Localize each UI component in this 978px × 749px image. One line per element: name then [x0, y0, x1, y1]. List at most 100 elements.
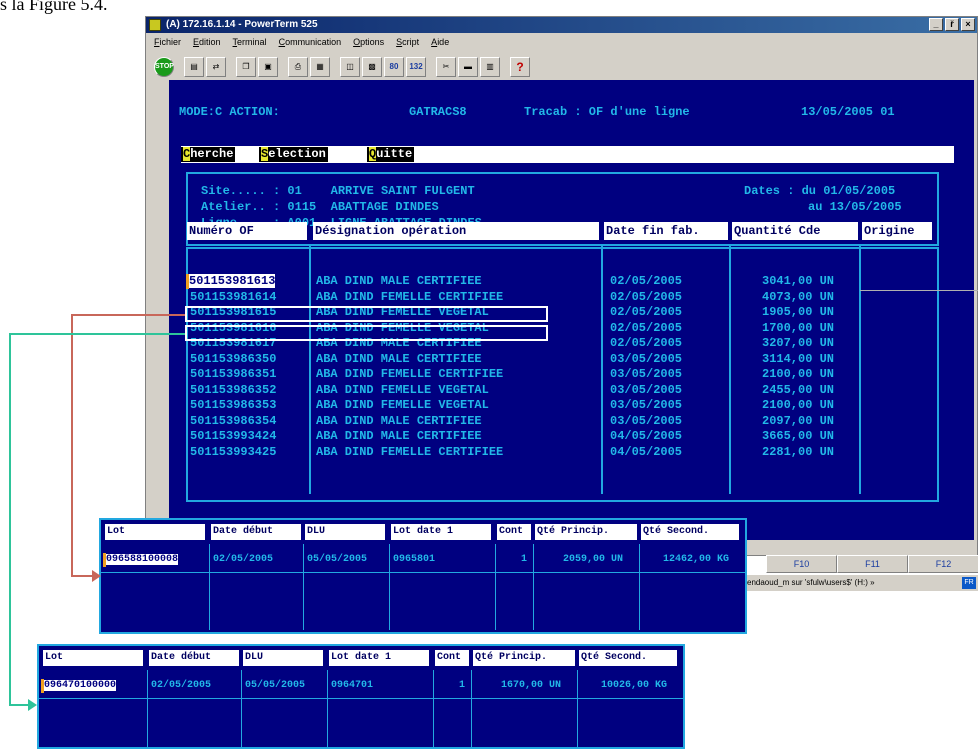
- menu-communication[interactable]: Communication: [279, 34, 342, 50]
- quantite-cell: 2100,00 UN: [762, 398, 835, 412]
- f11-key[interactable]: F11: [837, 555, 908, 573]
- taskbar-item[interactable]: endaoud_m sur 'sfulw\users$' (H:) »: [747, 578, 875, 587]
- printer-icon[interactable]: ⎙: [288, 57, 308, 77]
- p2-header-date-debut[interactable]: Date début: [149, 650, 239, 666]
- designation-cell: ABA DIND FEMELLE CERTIFIEE: [316, 367, 504, 381]
- p2-cell-cont: 1: [459, 680, 466, 691]
- menu-options[interactable]: Options: [353, 34, 384, 50]
- column-separator: [495, 544, 496, 630]
- cherche-button[interactable]: Cherche: [181, 147, 236, 162]
- p2-cell-date: 02/05/2005: [151, 680, 212, 691]
- designation-cell: ABA DIND FEMELLE CERTIFIEE: [316, 290, 504, 304]
- p2-header-cont[interactable]: Cont: [435, 650, 469, 666]
- menu-aide[interactable]: Aide: [431, 34, 449, 50]
- menu-fichier[interactable]: Fichier: [154, 34, 181, 50]
- of-number-cell[interactable]: 501153993424: [190, 429, 276, 444]
- menu-script[interactable]: Script: [396, 34, 419, 50]
- screen-icon[interactable]: ▦: [310, 57, 330, 77]
- of-number-cell[interactable]: 501153986352: [190, 383, 276, 398]
- column-separator: [859, 244, 861, 494]
- copy-icon[interactable]: ❐: [236, 57, 256, 77]
- quitte-button[interactable]: Quitte: [367, 147, 415, 162]
- selection-button[interactable]: Selection: [259, 147, 328, 162]
- of-number-cell[interactable]: 501153986350: [190, 352, 276, 367]
- action-bar: Cherche Selection Quitte: [181, 146, 954, 163]
- p1-cell-lot[interactable]: 096588100008: [103, 553, 179, 567]
- f10-key[interactable]: F10: [766, 555, 837, 573]
- p2-header-lot-date[interactable]: Lot date 1: [329, 650, 429, 666]
- dates-to: au 13/05/2005: [808, 200, 902, 214]
- paste-icon[interactable]: ▣: [258, 57, 278, 77]
- designation-cell: ABA DIND MALE CERTIFIEE: [316, 352, 482, 366]
- column-separator: [577, 670, 578, 748]
- p1-header-qte-princip[interactable]: Qté Princip.: [535, 524, 637, 540]
- connect-icon[interactable]: ⇄: [206, 57, 226, 77]
- keyboard-icon[interactable]: ▬: [458, 57, 478, 77]
- p2-cell-lotdate: 0964701: [331, 680, 374, 691]
- p2-cell-dlu: 05/05/2005: [245, 680, 306, 691]
- column-header-numero-of[interactable]: Numéro OF: [187, 222, 307, 240]
- title-bar[interactable]: (A) 172.16.1.14 - PowerTerm 525 _ ř ×: [146, 17, 977, 33]
- cols-132-button[interactable]: 132: [406, 57, 426, 77]
- p1-cell-qte-second: 12462,00 KG: [663, 554, 730, 565]
- toolbar: STOP ▤ ⇄ ❐ ▣ ⎙ ▦ ◫ ▩ 80 132 ✂ ▬ ▥ ?: [154, 55, 532, 79]
- print-icon[interactable]: ▤: [184, 57, 204, 77]
- app-icon: [149, 19, 161, 31]
- column-header-origine[interactable]: Origine: [862, 222, 932, 240]
- p2-header-dlu[interactable]: DLU: [243, 650, 323, 666]
- of-number-cell[interactable]: 501153986353: [190, 398, 276, 413]
- of-number-cell[interactable]: 501153986354: [190, 414, 276, 429]
- program-name: GATRACS8: [409, 105, 467, 119]
- of-number-cell[interactable]: 501153986351: [190, 367, 276, 382]
- capture-icon[interactable]: ◫: [340, 57, 360, 77]
- settings-icon[interactable]: ✂: [436, 57, 456, 77]
- quantite-cell: 2281,00 UN: [762, 445, 835, 459]
- p1-cell-lotdate: 0965801: [393, 554, 436, 565]
- cols-80-button[interactable]: 80: [384, 57, 404, 77]
- stop-icon[interactable]: STOP: [154, 57, 174, 77]
- date-fin-cell: 02/05/2005: [610, 305, 683, 319]
- p1-cell-qte-princip: 2059,00 UN: [563, 554, 624, 565]
- minimize-button[interactable]: _: [929, 18, 943, 31]
- column-header-date-fin[interactable]: Date fin fab.: [604, 222, 728, 240]
- maximize-button[interactable]: ř: [945, 18, 959, 31]
- column-header-designation[interactable]: Désignation opération: [313, 222, 599, 240]
- of-number-cell[interactable]: 501153981614: [190, 290, 276, 305]
- p1-header-date-debut[interactable]: Date début: [211, 524, 301, 540]
- designation-cell: ABA DIND FEMELLE VEGETAL: [316, 398, 489, 412]
- designation-cell: ABA DIND MALE CERTIFIEE: [316, 274, 482, 288]
- column-separator: [533, 544, 534, 630]
- menu-terminal[interactable]: Terminal: [233, 34, 267, 50]
- p1-header-lot-date[interactable]: Lot date 1: [391, 524, 491, 540]
- help-icon[interactable]: ?: [510, 57, 530, 77]
- date-fin-cell: 03/05/2005: [610, 352, 683, 366]
- p1-header-lot[interactable]: Lot: [105, 524, 205, 540]
- p2-cell-lot[interactable]: 096470100000: [41, 679, 117, 693]
- designation-cell: ABA DIND FEMELLE CERTIFIEE: [316, 445, 504, 459]
- p2-header-lot[interactable]: Lot: [43, 650, 143, 666]
- date-fin-cell: 03/05/2005: [610, 398, 683, 412]
- grid-icon[interactable]: ▥: [480, 57, 500, 77]
- figure-caption: s la Figure 5.4.: [0, 0, 108, 14]
- quantite-cell: 4073,00 UN: [762, 290, 835, 304]
- monitor-icon[interactable]: ▩: [362, 57, 382, 77]
- column-separator: [639, 544, 640, 630]
- menu-edition[interactable]: Edition: [193, 34, 221, 50]
- date-fin-cell: 02/05/2005: [610, 290, 683, 304]
- p2-header-qte-second[interactable]: Qté Second.: [579, 650, 677, 666]
- column-header-quantite[interactable]: Quantité Cde: [732, 222, 858, 240]
- column-separator: [309, 244, 311, 494]
- taskbar: endaoud_m sur 'sfulw\users$' (H:) » FR: [745, 575, 978, 591]
- p1-header-dlu[interactable]: DLU: [305, 524, 385, 540]
- language-icon[interactable]: FR: [962, 577, 976, 589]
- close-button[interactable]: ×: [961, 18, 975, 31]
- p1-header-cont[interactable]: Cont: [497, 524, 531, 540]
- p2-header-qte-princip[interactable]: Qté Princip.: [473, 650, 575, 666]
- p1-cell-dlu: 05/05/2005: [307, 554, 368, 565]
- of-number-cell[interactable]: 501153993425: [190, 445, 276, 460]
- of-number-cell[interactable]: 501153981613: [186, 274, 276, 289]
- p1-header-qte-second[interactable]: Qté Second.: [641, 524, 739, 540]
- f12-key[interactable]: F12: [908, 555, 978, 573]
- column-separator: [471, 670, 472, 748]
- column-separator: [327, 670, 328, 748]
